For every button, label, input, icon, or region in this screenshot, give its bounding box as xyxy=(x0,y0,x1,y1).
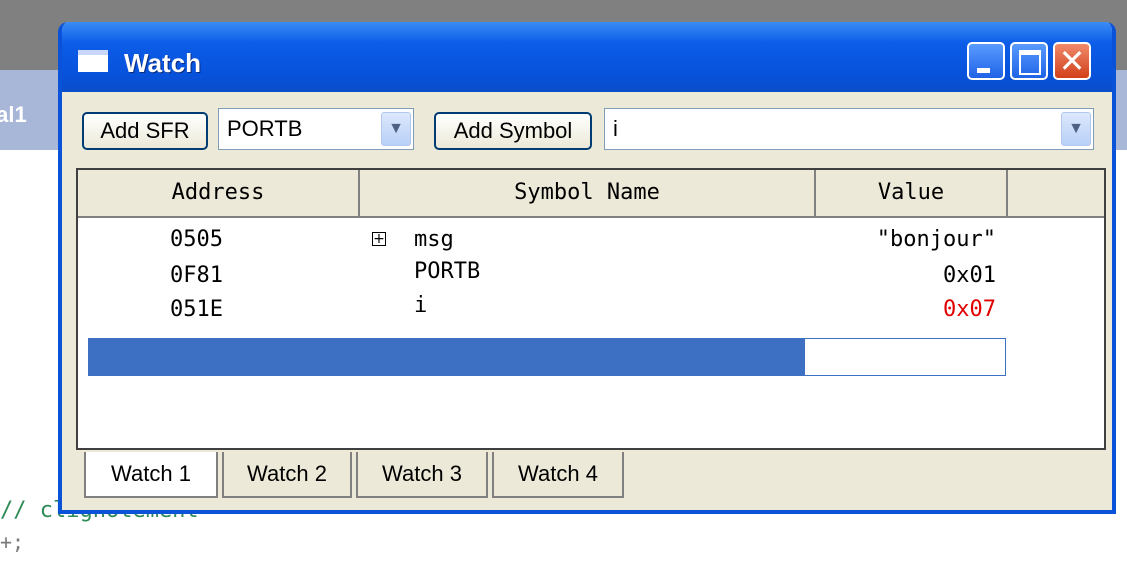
maximize-button[interactable] xyxy=(1010,42,1048,80)
tab-watch-3[interactable]: Watch 3 xyxy=(356,452,488,498)
column-header-address[interactable]: Address xyxy=(78,170,360,218)
table-cell-address[interactable]: 051E xyxy=(170,292,290,328)
watch-grid[interactable]: Address Symbol Name Value 0505 + msg "bo… xyxy=(76,168,1106,450)
table-cell-symbol[interactable]: PORTB xyxy=(414,254,480,290)
column-header-symbol-name[interactable]: Symbol Name xyxy=(360,170,816,218)
table-cell-address[interactable]: 0505 xyxy=(170,222,290,258)
new-entry-value-cell[interactable] xyxy=(804,338,1006,376)
table-cell-value[interactable]: 0x01 xyxy=(816,258,996,294)
table-cell-symbol[interactable]: msg xyxy=(414,222,454,258)
chevron-down-icon[interactable]: ▼ xyxy=(1061,112,1091,146)
ide-editor-tab[interactable]: ial1 xyxy=(0,90,62,150)
table-cell-symbol[interactable]: i xyxy=(414,288,427,324)
table-cell-value-changed[interactable]: 0x07 xyxy=(816,292,996,328)
tab-watch-2[interactable]: Watch 2 xyxy=(222,452,352,498)
symbol-select[interactable]: i ▼ xyxy=(604,108,1094,150)
window-title: Watch xyxy=(124,48,202,78)
close-icon: ✕ xyxy=(1058,42,1086,80)
minimize-button[interactable] xyxy=(967,42,1005,80)
column-header-value[interactable]: Value xyxy=(816,170,1008,218)
table-cell-address[interactable]: 0F81 xyxy=(170,258,290,294)
new-entry-row-selected[interactable] xyxy=(88,338,804,376)
ide-editor-tab-label: ial1 xyxy=(0,102,27,127)
sfr-select[interactable]: PORTB ▼ xyxy=(218,108,414,150)
expand-icon[interactable]: + xyxy=(372,232,386,246)
tab-watch-1[interactable]: Watch 1 xyxy=(84,452,218,498)
watch-window: Watch ✕ Add SFR PORTB ▼ Add Symbol i ▼ A… xyxy=(58,22,1116,514)
title-bar[interactable]: Watch ✕ xyxy=(62,22,1112,92)
tab-watch-4[interactable]: Watch 4 xyxy=(492,452,624,498)
sfr-select-value: PORTB xyxy=(227,116,303,141)
table-cell-value[interactable]: "bonjour" xyxy=(816,222,996,258)
column-header-filler xyxy=(1008,170,1104,218)
close-button[interactable]: ✕ xyxy=(1053,42,1091,80)
code-line: +; xyxy=(0,530,25,554)
add-sfr-button[interactable]: Add SFR xyxy=(82,112,208,150)
window-icon xyxy=(78,50,108,72)
symbol-select-value: i xyxy=(613,116,618,141)
chevron-down-icon[interactable]: ▼ xyxy=(381,112,411,146)
add-symbol-button[interactable]: Add Symbol xyxy=(434,112,592,150)
